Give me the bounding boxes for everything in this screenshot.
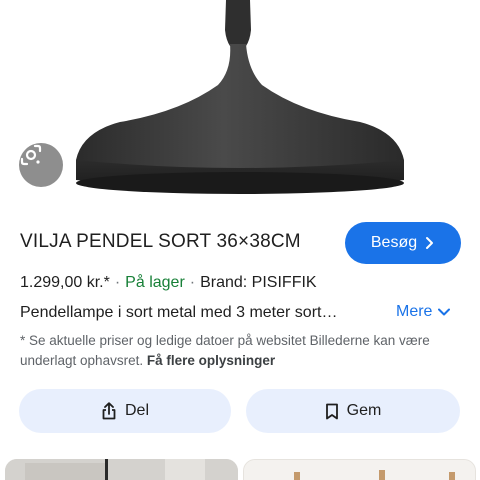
product-price: 1.299,00 kr.* xyxy=(20,274,110,291)
more-button-label: Mere xyxy=(396,303,433,320)
visit-button-label: Besøg xyxy=(370,234,418,251)
product-meta: 1.299,00 kr.* · På lager · Brand: PISIFFIK xyxy=(20,274,317,292)
share-button[interactable]: Del xyxy=(19,389,231,433)
google-lens-icon xyxy=(20,144,42,166)
more-button[interactable]: Mere xyxy=(396,303,451,321)
chevron-down-icon xyxy=(438,308,451,316)
product-title: VILJA PENDEL SORT 36×38CM xyxy=(20,231,301,252)
save-button[interactable]: Gem xyxy=(246,389,460,433)
chevron-right-icon xyxy=(426,237,434,249)
product-image[interactable] xyxy=(0,0,480,210)
separator-dot: · xyxy=(114,274,121,291)
related-image-graphic xyxy=(244,460,475,480)
related-image-thumbnail[interactable] xyxy=(5,459,238,480)
bookmark-icon xyxy=(325,403,338,419)
disclaimer: * Se aktuelle priser og ledige datoer på… xyxy=(20,331,470,371)
share-button-label: Del xyxy=(124,402,149,419)
more-info-link[interactable]: Få flere oplysninger xyxy=(147,353,275,368)
pendant-lamp-image xyxy=(76,0,404,194)
save-button-label: Gem xyxy=(346,402,382,419)
google-lens-button[interactable] xyxy=(19,143,63,187)
related-image-thumbnail[interactable] xyxy=(243,459,476,480)
product-description: Pendellampe i sort metal med 3 meter sor… xyxy=(20,304,338,321)
product-brand: Brand: PISIFFIK xyxy=(200,274,317,291)
related-image-graphic xyxy=(5,459,238,480)
separator-dot: · xyxy=(189,274,196,291)
visit-button[interactable]: Besøg xyxy=(345,222,461,264)
stock-status: På lager xyxy=(125,274,185,291)
share-icon xyxy=(102,402,116,420)
